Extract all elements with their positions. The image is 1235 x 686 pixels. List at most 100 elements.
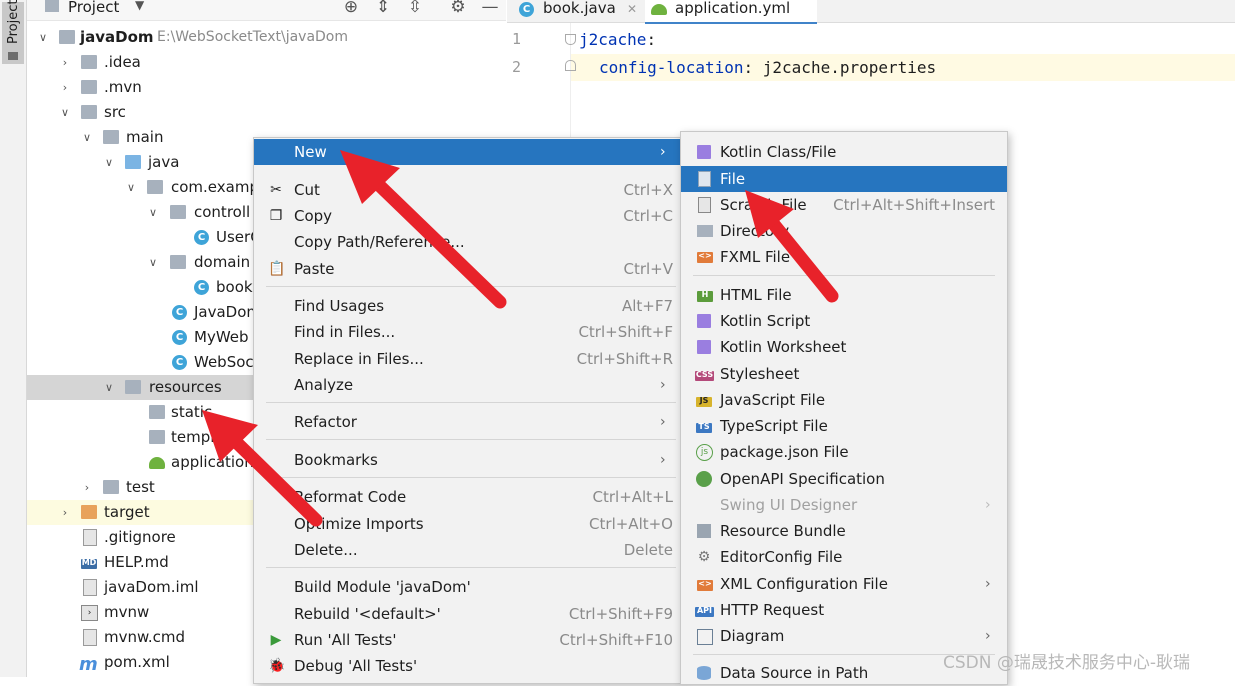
expand-all-icon[interactable]: ⇕ <box>373 0 393 17</box>
chevron-right-icon[interactable]: › <box>81 475 93 500</box>
menu-shortcut: Ctrl+Alt+L <box>592 488 674 506</box>
file-icon <box>698 171 711 187</box>
menu-item-build-module[interactable]: Build Module 'javaDom' <box>254 574 681 600</box>
submenu-item-html-file[interactable]: H HTML File <box>681 282 1007 308</box>
folder-icon <box>697 225 713 237</box>
yaml-key: config-location <box>599 58 744 77</box>
gear-icon[interactable]: ⚙ <box>448 0 468 17</box>
kotlin-worksheet-icon <box>697 340 711 354</box>
menu-label: TypeScript File <box>720 417 828 435</box>
submenu-item-stylesheet[interactable]: CSS Stylesheet <box>681 361 1007 387</box>
chevron-right-icon[interactable]: › <box>59 50 71 75</box>
submenu-item-scratch-file[interactable]: Scratch File Ctrl+Alt+Shift+Insert <box>681 192 1007 218</box>
submenu-item-editorconfig[interactable]: ⚙ EditorConfig File <box>681 544 1007 570</box>
chevron-down-icon[interactable]: ∨ <box>37 25 49 50</box>
class-icon: C <box>172 355 187 370</box>
menu-separator <box>266 477 676 478</box>
chevron-down-icon[interactable]: ∨ <box>103 375 115 400</box>
tab-book-java[interactable]: C book.java ✕ <box>515 0 641 22</box>
menu-item-find-usages[interactable]: Find Usages Alt+F7 <box>254 293 681 319</box>
tree-label: WebSoc <box>194 353 254 371</box>
submenu-item-kotlin-worksheet[interactable]: Kotlin Worksheet <box>681 334 1007 360</box>
chevron-right-icon: › <box>660 377 666 393</box>
menu-item-debug-tests[interactable]: 🐞 Debug 'All Tests' <box>254 653 681 679</box>
menu-item-analyze[interactable]: Analyze › <box>254 372 681 398</box>
code-line-1[interactable]: j2cache: <box>579 30 656 49</box>
menu-item-paste[interactable]: 📋 Paste Ctrl+V <box>254 256 681 282</box>
nodejs-icon: js <box>696 444 713 461</box>
menu-item-refactor[interactable]: Refactor › <box>254 409 681 435</box>
fold-end-icon[interactable] <box>565 60 576 71</box>
submenu-item-openapi[interactable]: OpenAPI Specification <box>681 466 1007 492</box>
menu-label: Find Usages <box>294 297 385 315</box>
collapse-all-icon[interactable]: ⇳ <box>405 0 425 17</box>
kotlin-file-icon <box>697 145 711 159</box>
api-file-icon: API <box>695 606 714 617</box>
menu-item-cut[interactable]: ✂ Cut Ctrl+X <box>254 177 681 203</box>
chevron-down-icon[interactable]: ∨ <box>81 125 93 150</box>
submenu-item-diagram[interactable]: Diagram › <box>681 623 1007 649</box>
menu-item-reformat-code[interactable]: Reformat Code Ctrl+Alt+L <box>254 484 681 510</box>
view-dropdown-icon[interactable]: ▼ <box>135 0 144 12</box>
tree-label: mvnw <box>104 603 150 621</box>
locate-icon[interactable]: ⊕ <box>341 0 361 17</box>
chevron-down-icon[interactable]: ∨ <box>125 175 137 200</box>
submenu-item-file[interactable]: File <box>681 166 1007 192</box>
close-icon[interactable]: ✕ <box>627 0 637 19</box>
menu-shortcut: Ctrl+Alt+Shift+Insert <box>833 196 995 214</box>
submenu-item-kotlin-script[interactable]: Kotlin Script <box>681 308 1007 334</box>
submenu-item-resource-bundle[interactable]: Resource Bundle <box>681 518 1007 544</box>
menu-label: EditorConfig File <box>720 548 843 566</box>
menu-item-copy[interactable]: ❐ Copy Ctrl+C <box>254 203 681 229</box>
package-icon <box>170 205 186 219</box>
chevron-down-icon[interactable]: ∨ <box>59 100 71 125</box>
code-line-2[interactable]: config-location: j2cache.properties <box>599 58 936 77</box>
tree-label: HELP.md <box>104 553 169 571</box>
chevron-right-icon: › <box>660 452 666 468</box>
submenu-item-package-json[interactable]: js package.json File <box>681 439 1007 465</box>
context-menu: New › ✂ Cut Ctrl+X ❐ Copy Ctrl+C Copy Pa… <box>253 137 682 684</box>
menu-item-find-in-files[interactable]: Find in Files... Ctrl+Shift+F <box>254 319 681 345</box>
submenu-item-typescript-file[interactable]: TS TypeScript File <box>681 413 1007 439</box>
menu-label: HTML File <box>720 286 792 304</box>
resources-folder-icon <box>125 380 141 394</box>
chevron-down-icon[interactable]: ∨ <box>103 150 115 175</box>
menu-item-optimize-imports[interactable]: Optimize Imports Ctrl+Alt+O <box>254 511 681 537</box>
editor-tabs: C book.java ✕ application.yml <box>507 0 1235 24</box>
menu-separator <box>266 286 676 287</box>
tree-item[interactable]: › .mvn <box>27 75 506 100</box>
menu-label: Resource Bundle <box>720 522 846 540</box>
chevron-right-icon[interactable]: › <box>59 500 71 525</box>
folder-icon <box>81 55 97 69</box>
tree-label: controll <box>194 203 251 221</box>
submenu-item-http-request[interactable]: API HTTP Request <box>681 597 1007 623</box>
submenu-item-javascript-file[interactable]: JS JavaScript File <box>681 387 1007 413</box>
chevron-right-icon[interactable]: › <box>59 75 71 100</box>
chevron-down-icon[interactable]: ∨ <box>147 200 159 225</box>
tool-window-strip <box>0 0 27 677</box>
scratch-file-icon <box>698 197 711 213</box>
folder-icon <box>149 405 165 419</box>
submenu-item-directory[interactable]: Directory <box>681 218 1007 244</box>
tree-item-root[interactable]: ∨ javaDom E:\WebSocketText\javaDom <box>27 25 506 50</box>
menu-item-rebuild[interactable]: Rebuild '<default>' Ctrl+Shift+F9 <box>254 601 681 627</box>
submenu-item-swing-ui[interactable]: Swing UI Designer › <box>681 492 1007 518</box>
menu-item-run-tests[interactable]: ▶ Run 'All Tests' Ctrl+Shift+F10 <box>254 627 681 653</box>
tree-item[interactable]: › .idea <box>27 50 506 75</box>
submenu-item-kotlin-class[interactable]: Kotlin Class/File <box>681 139 1007 165</box>
menu-item-copy-path[interactable]: Copy Path/Reference... <box>254 229 681 255</box>
menu-item-bookmarks[interactable]: Bookmarks › <box>254 447 681 473</box>
tree-item[interactable]: ∨ src <box>27 100 506 125</box>
menu-item-new[interactable]: New › <box>254 139 681 165</box>
submenu-item-fxml-file[interactable]: <> FXML File <box>681 244 1007 270</box>
menu-label: package.json File <box>720 443 849 461</box>
menu-item-delete[interactable]: Delete... Delete <box>254 537 681 563</box>
hide-icon[interactable]: — <box>480 0 500 17</box>
chevron-down-icon[interactable]: ∨ <box>147 250 159 275</box>
menu-item-replace-in-files[interactable]: Replace in Files... Ctrl+Shift+R <box>254 346 681 372</box>
submenu-item-xml-config[interactable]: <> XML Configuration File › <box>681 571 1007 597</box>
html-file-icon: H <box>697 291 713 302</box>
fold-icon[interactable] <box>565 34 576 45</box>
menu-label: Directory <box>720 222 790 240</box>
tab-application-yml[interactable]: application.yml <box>645 0 817 24</box>
